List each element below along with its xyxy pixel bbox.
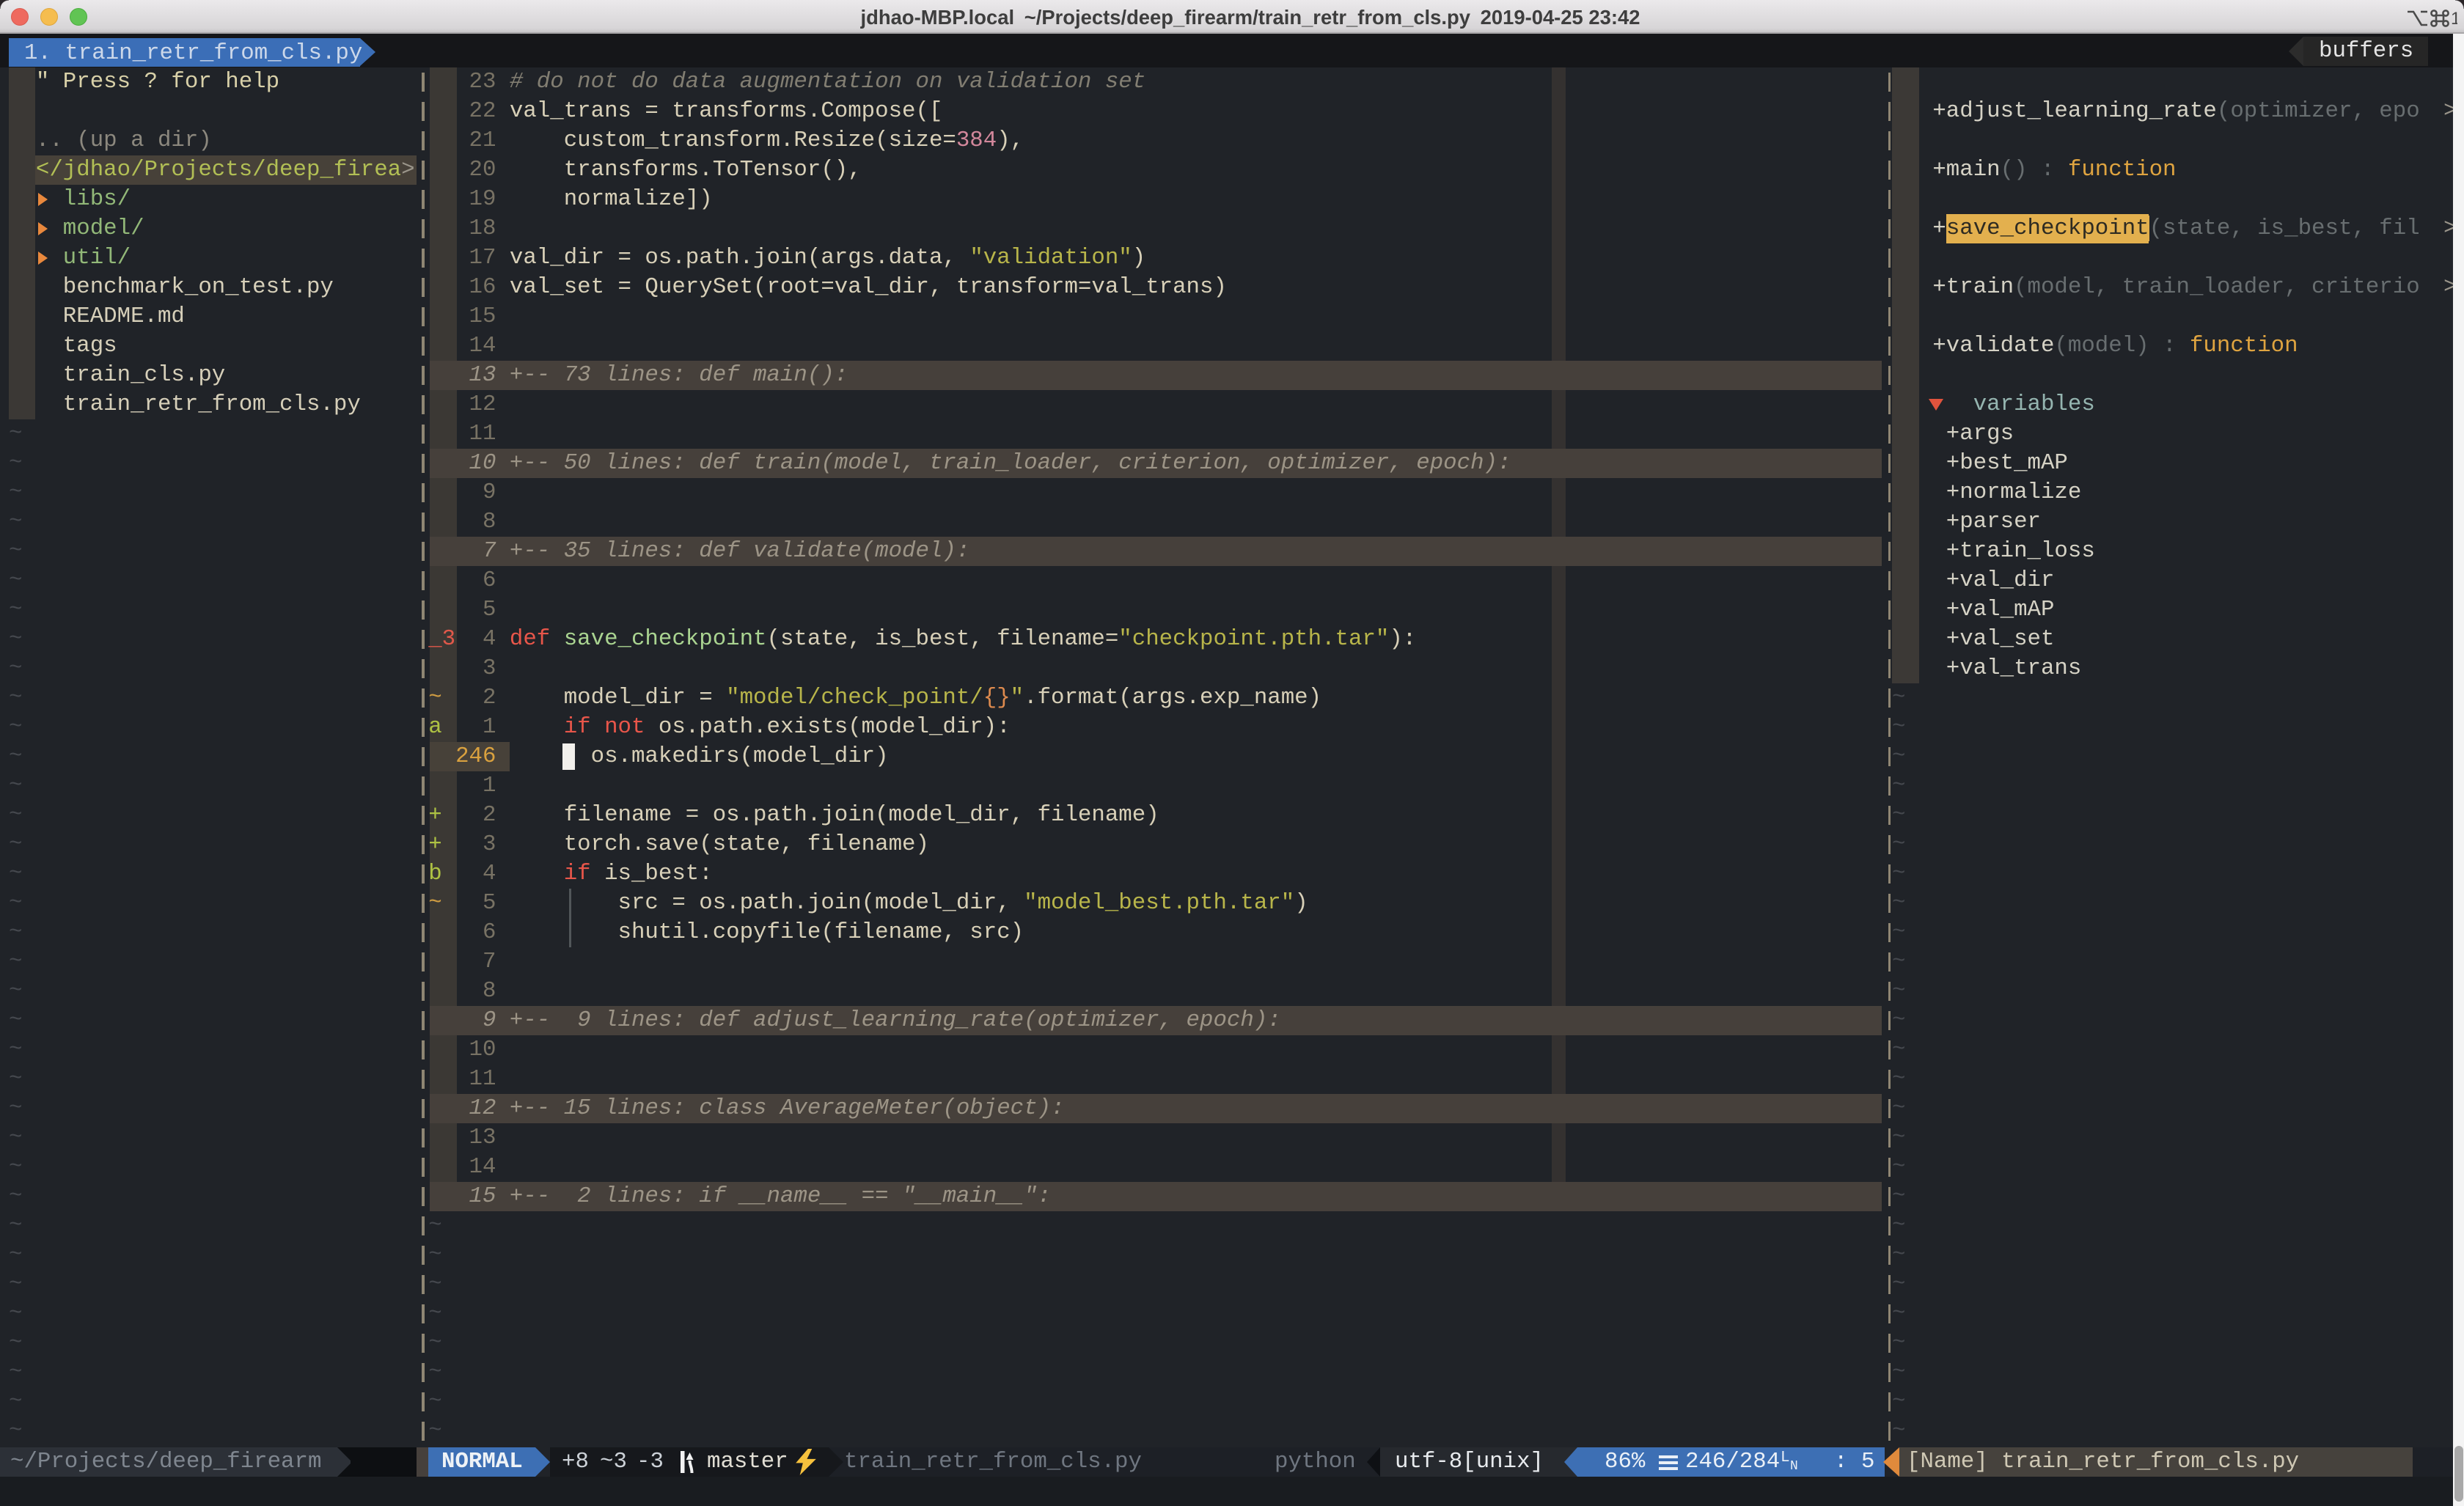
svg-text:1: 1: [2451, 9, 2457, 28]
